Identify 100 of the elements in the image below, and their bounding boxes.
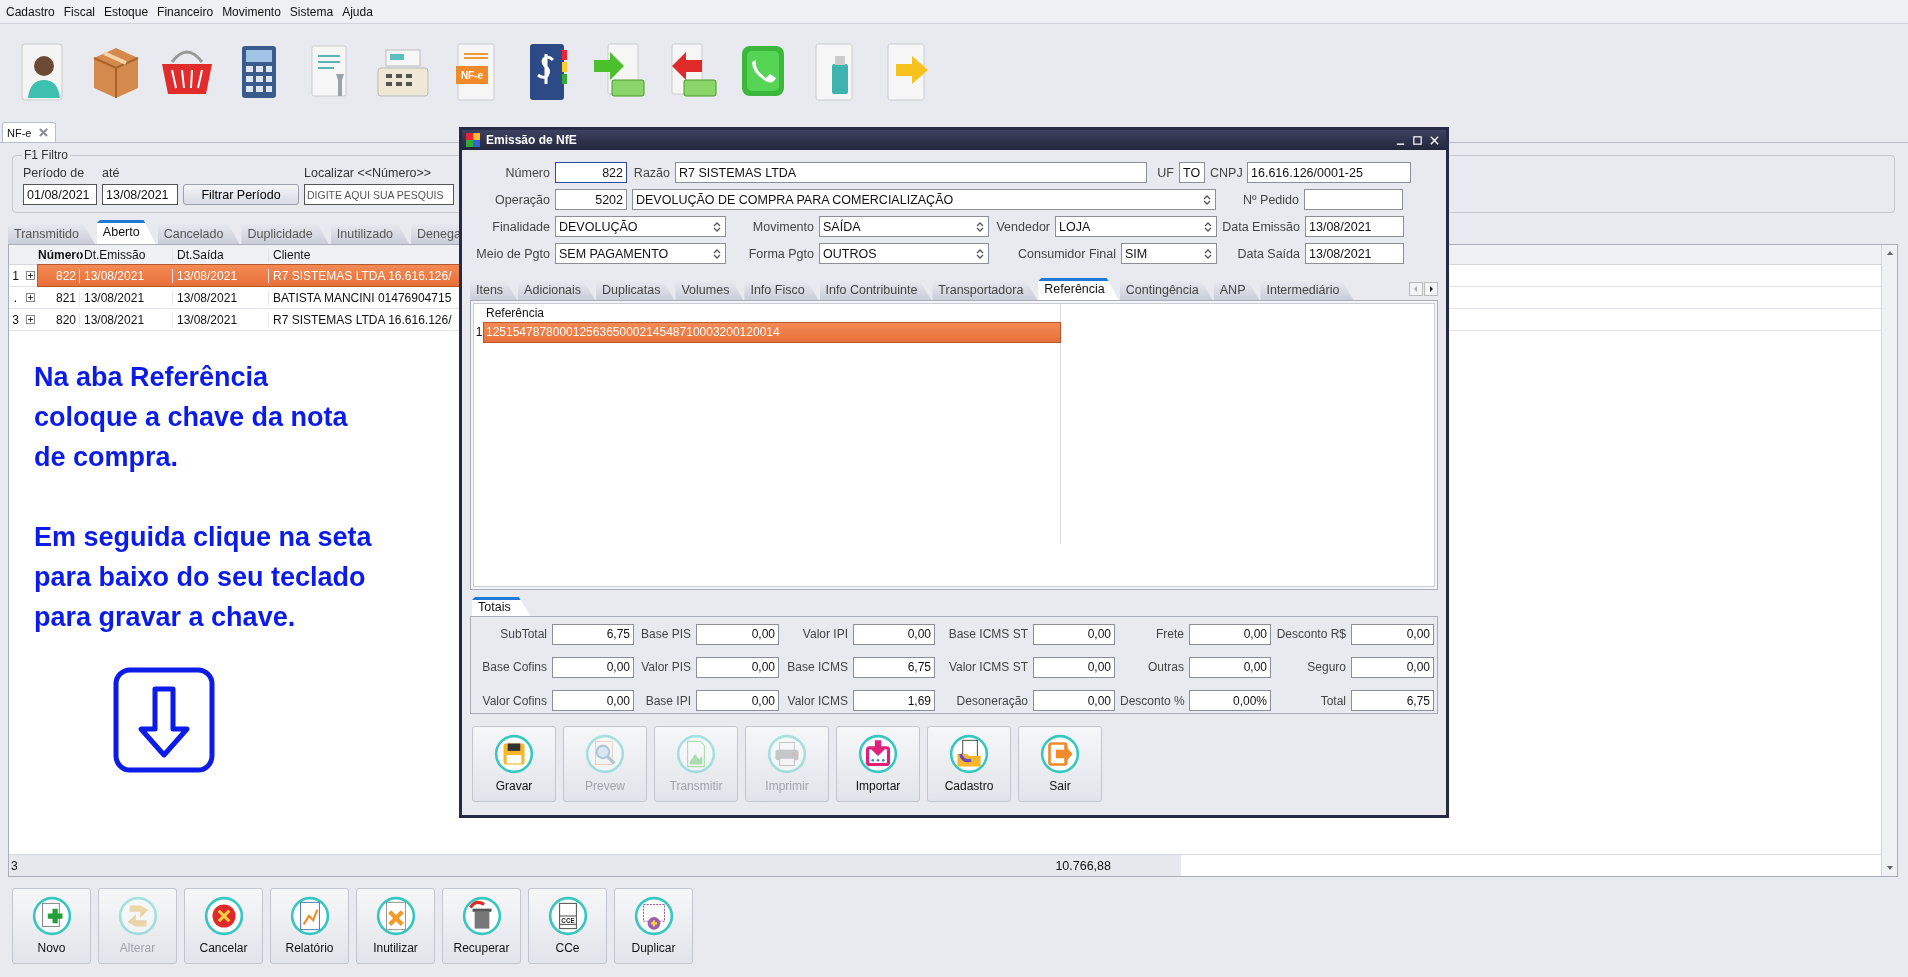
cnpj-field[interactable]: 16.616.126/0001-25 <box>1247 162 1411 183</box>
field-label: Razão <box>632 165 670 180</box>
table-cell: 13/08/2021 <box>79 268 172 283</box>
amount-field[interactable]: 0,00% <box>1189 690 1271 712</box>
menu-item[interactable]: Estoque <box>104 4 149 19</box>
search-field[interactable]: DIGITE AQUI SUA PESQUIS <box>304 184 454 205</box>
dropdown[interactable]: LOJA <box>1055 216 1217 237</box>
tab[interactable]: Duplicatas <box>596 280 675 300</box>
field-label: Base ICMS ST <box>947 628 1028 641</box>
menu-item[interactable]: Sistema <box>289 4 334 19</box>
toolbar-button[interactable]: Novo <box>12 888 91 964</box>
menu-item[interactable]: Financeiro <box>157 4 214 19</box>
dropdown[interactable]: DEVOLUÇÃO DE COMPRA PARA COMERCIALIZAÇÃO <box>632 189 1216 210</box>
column-header[interactable]: Dt.Saída <box>172 247 268 262</box>
state-field[interactable]: TO <box>1179 162 1205 183</box>
menu-item[interactable]: Ajuda <box>342 4 373 19</box>
image-document-icon <box>675 733 717 775</box>
amount-field[interactable]: 1,69 <box>853 690 935 712</box>
tab[interactable]: Transmitido <box>8 223 95 244</box>
field-label: até <box>102 166 121 182</box>
amount-field[interactable]: 0,00 <box>552 690 634 712</box>
dropdown-arrows-icon <box>1204 247 1212 260</box>
tab[interactable]: Referência <box>1038 278 1119 300</box>
tab[interactable]: Volumes <box>675 280 744 300</box>
menu-item[interactable]: Cadastro <box>6 4 55 19</box>
dropdown[interactable]: DEVOLUÇÃO <box>555 216 726 237</box>
expand-icon[interactable] <box>25 315 35 324</box>
order-field[interactable] <box>1304 189 1403 210</box>
scroll-up-icon[interactable] <box>1884 249 1895 257</box>
row-number: 3 <box>11 312 20 327</box>
amount-field[interactable]: 0,00 <box>1033 623 1115 645</box>
tab[interactable]: Intermediário <box>1260 280 1354 300</box>
date-field[interactable]: 13/08/2021 <box>1305 243 1404 264</box>
toolbar-button[interactable]: Recuperar <box>442 888 521 964</box>
action-button[interactable]: Importar <box>836 726 920 802</box>
amount-field[interactable]: 0,00 <box>696 623 779 645</box>
dropdown-arrows-icon <box>1204 220 1212 233</box>
toolbar-button[interactable]: Cancelar <box>184 888 263 964</box>
field-label: Finalidade <box>491 219 550 234</box>
total-value: 10.766,88 <box>1055 858 1111 873</box>
action-button[interactable]: Sair <box>1018 726 1102 802</box>
scroll-right-icon[interactable] <box>1424 282 1438 296</box>
tab[interactable]: Aberto <box>96 220 156 244</box>
action-button[interactable]: Gravar <box>472 726 556 802</box>
dropdown[interactable]: SIM <box>1121 243 1217 264</box>
toolbar-button[interactable]: Inutilizar <box>356 888 435 964</box>
tab[interactable]: Itens <box>470 280 518 300</box>
scrollbar[interactable] <box>1881 245 1897 876</box>
menu-item[interactable]: Fiscal <box>63 4 96 19</box>
tab[interactable]: ANP <box>1213 280 1260 300</box>
field-label: Base PIS <box>639 628 691 641</box>
amount-field[interactable]: 0,00 <box>552 657 634 678</box>
amount-field[interactable]: 0,00 <box>1351 623 1434 645</box>
tab[interactable]: Totais <box>472 597 531 616</box>
amount-field[interactable]: 0,00 <box>696 690 779 712</box>
menu-item[interactable]: Movimento <box>222 4 281 19</box>
field-label: CNPJ <box>1210 165 1242 180</box>
filter-button[interactable]: Filtrar Período <box>183 184 299 205</box>
tab[interactable]: Info Fisco <box>744 280 819 300</box>
scroll-down-icon[interactable] <box>1884 864 1895 872</box>
amount-field[interactable]: 0,00 <box>1033 657 1115 678</box>
tab[interactable]: Adicionais <box>518 280 596 300</box>
dropdown[interactable]: OUTROS <box>819 243 989 264</box>
amount-field[interactable]: 0,00 <box>853 623 935 645</box>
dropdown[interactable]: SEM PAGAMENTO <box>555 243 726 264</box>
action-button[interactable]: Cadastro <box>927 726 1011 802</box>
tab[interactable]: Inutilizado <box>330 223 410 244</box>
document-cross-icon <box>374 895 417 937</box>
amount-field[interactable]: 0,00 <box>1351 657 1434 678</box>
field-label: Desconto R$ <box>1276 628 1346 641</box>
tab[interactable]: Cancelado <box>157 223 240 244</box>
tab[interactable]: Info Contribuinte <box>819 280 932 300</box>
tab[interactable]: Transportadora <box>932 280 1038 300</box>
field-label: Vendedor <box>995 219 1050 234</box>
amount-field[interactable]: 0,00 <box>696 657 779 678</box>
expand-icon[interactable] <box>25 271 35 280</box>
amount-field[interactable]: 6,75 <box>853 657 935 678</box>
number-field[interactable]: 822 <box>555 162 627 183</box>
date-field[interactable]: 13/08/2021 <box>102 184 178 205</box>
date-field[interactable]: 01/08/2021 <box>23 184 97 205</box>
name-field[interactable]: R7 SISTEMAS LTDA <box>675 162 1147 183</box>
toolbar-button[interactable]: Relatório <box>270 888 349 964</box>
field-label: Base IPI <box>644 694 691 707</box>
table-cell: 13/08/2021 <box>79 312 172 327</box>
tab[interactable]: Contingência <box>1119 280 1213 300</box>
amount-field[interactable]: 0,00 <box>1189 623 1271 645</box>
field-label: Desconto % <box>1120 694 1184 707</box>
code-field[interactable]: 5202 <box>555 189 627 210</box>
amount-field[interactable]: 0,00 <box>1033 690 1115 712</box>
maximize-icon[interactable] <box>1412 134 1423 146</box>
amount-field[interactable]: 0,00 <box>1189 657 1271 678</box>
tab[interactable]: Duplicidade <box>241 223 329 244</box>
dropdown-arrows-icon <box>713 247 721 260</box>
document-tab[interactable]: NF-e <box>2 122 56 142</box>
toolbar-button[interactable]: Duplicar <box>614 888 693 964</box>
expand-icon[interactable] <box>25 293 35 302</box>
amount-field[interactable]: 6,75 <box>1351 690 1434 712</box>
date-field[interactable]: 13/08/2021 <box>1305 216 1404 237</box>
amount-field[interactable]: 6,75 <box>552 623 634 645</box>
dropdown[interactable]: SAÍDA <box>819 216 989 237</box>
